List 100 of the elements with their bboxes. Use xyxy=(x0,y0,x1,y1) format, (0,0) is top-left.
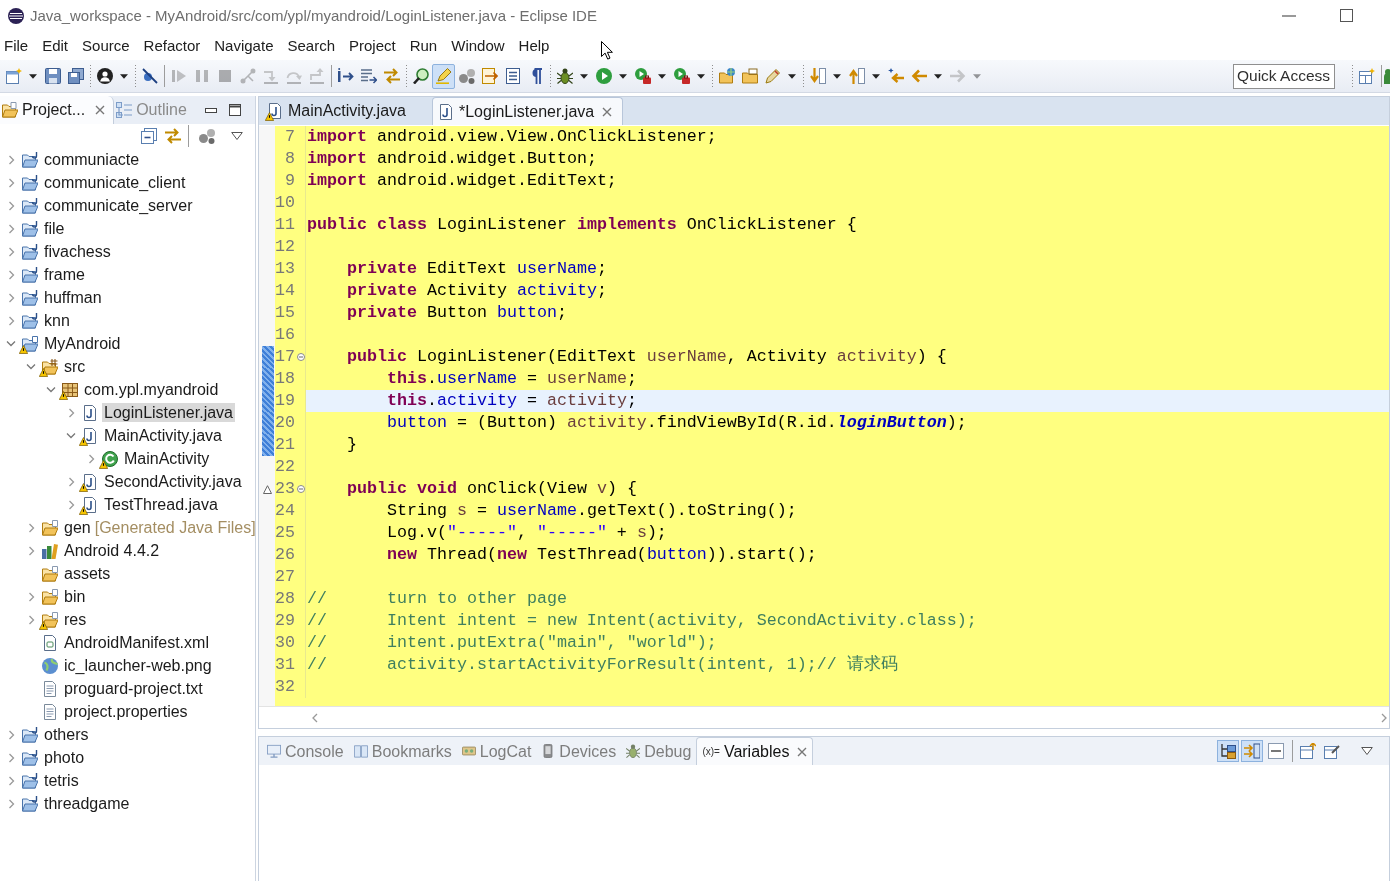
view-menu-icon[interactable] xyxy=(1361,747,1373,756)
play-icon[interactable] xyxy=(595,68,612,84)
chevron-right-icon[interactable] xyxy=(67,407,75,418)
tree-item-label[interactable]: assets xyxy=(62,563,113,584)
collapse-all-icon[interactable] xyxy=(141,128,157,144)
tree-item-label[interactable]: res xyxy=(62,609,89,630)
tree-item-label[interactable]: AndroidManifest.xml xyxy=(62,632,211,653)
tree-item-label[interactable]: threadgame xyxy=(42,793,132,814)
tree-item-label[interactable]: tetris xyxy=(42,770,81,791)
list-document-icon[interactable] xyxy=(504,68,521,84)
chevron-down-icon[interactable] xyxy=(46,386,56,393)
figure-icon[interactable] xyxy=(1384,68,1390,84)
toggle-button[interactable] xyxy=(1217,740,1239,763)
tab[interactable]: Devices xyxy=(536,737,622,766)
tree-item-label[interactable]: photo xyxy=(42,747,87,768)
chevron-right-icon[interactable] xyxy=(7,775,15,786)
chevron-down-icon[interactable] xyxy=(6,340,16,347)
chevron-right-icon[interactable] xyxy=(7,246,15,257)
tab[interactable]: LogCat xyxy=(456,737,537,766)
editor-tab[interactable]: *LoginListener.java xyxy=(431,97,624,125)
tree-item-label[interactable]: project.properties xyxy=(62,701,190,722)
new-window-icon[interactable] xyxy=(5,68,22,84)
tree-item-label[interactable]: gen xyxy=(62,517,93,538)
menu-item[interactable]: Project xyxy=(349,36,396,55)
chevron-right-icon[interactable] xyxy=(67,476,75,487)
menu-item[interactable]: Help xyxy=(518,36,550,55)
tab[interactable]: Console xyxy=(262,737,349,766)
chevron-right-icon[interactable] xyxy=(27,591,35,602)
chevron-right-icon[interactable] xyxy=(7,752,15,763)
menu-item[interactable]: Edit xyxy=(42,36,69,55)
menu-item[interactable]: Window xyxy=(451,36,505,55)
caret-down-icon[interactable] xyxy=(580,73,588,79)
dots-icon[interactable] xyxy=(199,128,215,144)
chevron-left-icon[interactable] xyxy=(311,712,319,723)
tab[interactable]: Bookmarks xyxy=(348,737,457,766)
chevron-down-icon[interactable] xyxy=(26,363,36,370)
chevron-right-icon[interactable] xyxy=(1380,712,1388,723)
swap-arrows-icon[interactable] xyxy=(165,128,181,144)
chevron-right-icon[interactable] xyxy=(7,798,15,809)
document-arrow-icon[interactable] xyxy=(481,68,498,84)
maximize-icon[interactable] xyxy=(1340,9,1353,22)
chevron-down-icon[interactable] xyxy=(66,432,76,439)
chevron-right-icon[interactable] xyxy=(27,614,35,625)
quick-access-field[interactable]: Quick Access xyxy=(1233,63,1335,89)
tree-item-label[interactable]: SecondActivity.java xyxy=(102,471,244,492)
tree-item-label[interactable]: frame xyxy=(42,264,87,285)
chevron-right-icon[interactable] xyxy=(7,269,15,280)
caret-down-icon[interactable] xyxy=(658,73,666,79)
toggle-button[interactable] xyxy=(432,63,455,89)
list-arrow-icon[interactable] xyxy=(360,68,377,84)
menu-item[interactable]: Source xyxy=(82,36,130,55)
bug-icon[interactable] xyxy=(556,68,573,84)
caret-down-icon[interactable] xyxy=(872,73,880,79)
floppy-disks-icon[interactable] xyxy=(67,68,84,84)
chevron-right-icon[interactable] xyxy=(87,453,95,464)
tree-item-label[interactable]: communicate_client xyxy=(42,172,188,193)
minus-circle-icon[interactable] xyxy=(297,353,305,361)
chevron-right-icon[interactable] xyxy=(7,177,15,188)
tab[interactable]: (x)= Variables xyxy=(696,737,814,766)
tree-item-label[interactable]: communicate_server xyxy=(42,195,195,216)
tree-item-label[interactable]: proguard-project.txt xyxy=(62,678,205,699)
arrow-up-icon[interactable] xyxy=(848,68,865,84)
chevron-right-icon[interactable] xyxy=(27,522,35,533)
tree-item-label[interactable]: ic_launcher-web.png xyxy=(62,655,214,676)
tree-item-label[interactable]: file xyxy=(42,218,67,239)
window-pen-icon[interactable] xyxy=(1324,743,1340,760)
arrow-down-icon[interactable] xyxy=(809,68,826,84)
chevron-right-icon[interactable] xyxy=(7,200,15,211)
tree-item-label[interactable]: communiacte xyxy=(42,149,142,170)
tab[interactable]: Project... xyxy=(0,96,115,124)
tree-item-label[interactable]: MainActivity xyxy=(122,448,212,469)
menu-item[interactable]: Search xyxy=(287,36,335,55)
dots-icon[interactable] xyxy=(458,68,475,84)
tab[interactable]: Debug xyxy=(621,737,697,766)
tree-item-label[interactable]: MyAndroid xyxy=(42,333,123,354)
caret-down-icon[interactable] xyxy=(619,73,627,79)
tree-item-label[interactable]: fivachess xyxy=(42,241,113,262)
collapse-icon[interactable] xyxy=(1268,743,1284,760)
editor-tab[interactable]: MainActivity.java xyxy=(262,97,428,125)
close-icon[interactable] xyxy=(95,105,106,115)
tree-item-label[interactable]: others xyxy=(42,724,91,745)
play-toolbox-icon[interactable] xyxy=(673,68,690,84)
tree-item-label[interactable]: huffman xyxy=(42,287,104,308)
tree-item-label[interactable]: bin xyxy=(62,586,88,607)
caret-down-icon[interactable] xyxy=(29,73,37,79)
swap-arrows-icon[interactable] xyxy=(383,68,400,84)
arrow-left-star-icon[interactable] xyxy=(887,68,904,84)
step-filter-icon[interactable] xyxy=(337,68,354,84)
menu-item[interactable]: Run xyxy=(409,36,438,55)
view-menu-icon[interactable] xyxy=(231,132,243,140)
caret-down-icon[interactable] xyxy=(934,73,942,79)
arrow-left-icon[interactable] xyxy=(910,68,927,84)
caret-down-icon[interactable] xyxy=(788,73,796,79)
chevron-right-icon[interactable] xyxy=(7,315,15,326)
tree-item-label[interactable]: TestThread.java xyxy=(102,494,220,515)
person-icon[interactable] xyxy=(96,68,113,84)
folder-box-icon[interactable] xyxy=(741,68,758,84)
tree-item-label[interactable]: com.ypl.myandroid xyxy=(82,379,221,400)
menu-item[interactable]: Navigate xyxy=(214,36,274,55)
caret-down-icon[interactable] xyxy=(697,73,705,79)
